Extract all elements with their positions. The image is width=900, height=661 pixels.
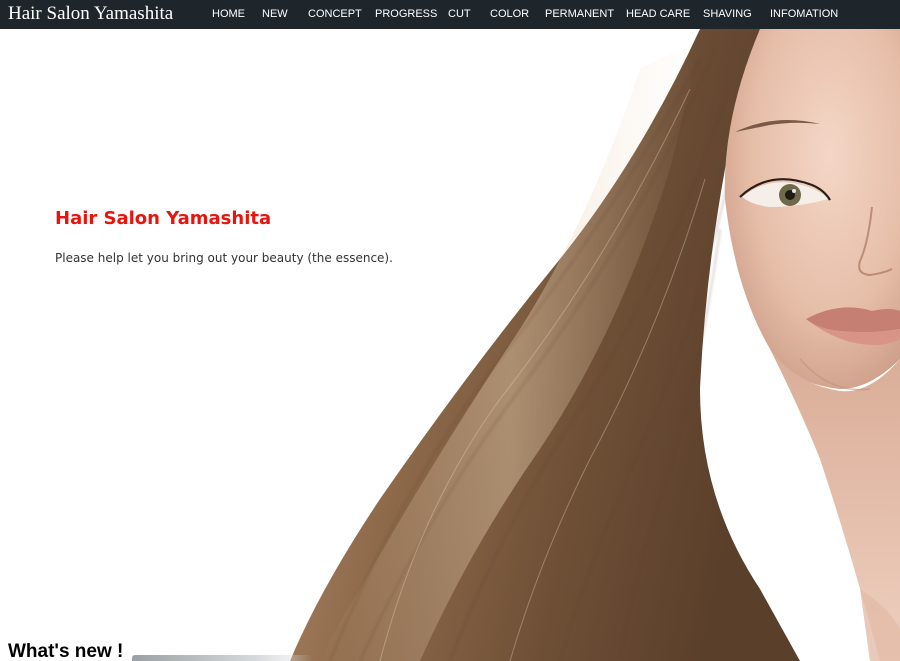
nav-item-concept: CONCEPT — [308, 0, 362, 29]
nav-link-permanent[interactable]: PERMANENT — [545, 0, 614, 28]
nav-link-progress[interactable]: PROGRESS — [375, 0, 437, 28]
nav-item-home: HOME — [212, 0, 245, 29]
section-heading-underline — [132, 655, 312, 661]
nav-link-cut[interactable]: CUT — [448, 0, 471, 28]
nav-item-head-care: HEAD CARE — [626, 0, 690, 29]
nav-item-permanent: PERMANENT — [545, 0, 614, 29]
whats-new-heading: What's new ! — [8, 641, 124, 661]
nav-item-infomation: INFOMATION — [770, 0, 838, 29]
page: Hair Salon Yamashita HOME NEW CONCEPT PR… — [0, 0, 900, 661]
hero-title: Hair Salon Yamashita — [55, 208, 272, 229]
nav-item-color: COLOR — [490, 0, 529, 29]
nav-link-concept[interactable]: CONCEPT — [308, 0, 362, 28]
nav-link-color[interactable]: COLOR — [490, 0, 529, 28]
brand-logo-link[interactable]: Hair Salon Yamashita — [8, 2, 173, 26]
nav-item-new: NEW — [262, 0, 288, 29]
hair-shape — [290, 29, 800, 661]
nav-item-cut: CUT — [448, 0, 471, 29]
top-navbar: Hair Salon Yamashita HOME NEW CONCEPT PR… — [0, 0, 900, 29]
face-shape — [724, 29, 900, 661]
nav-link-new[interactable]: NEW — [262, 0, 288, 28]
nav-item-shaving: SHAVING — [703, 0, 752, 29]
nav-link-infomation[interactable]: INFOMATION — [770, 0, 838, 28]
nav-link-shaving[interactable]: SHAVING — [703, 0, 752, 28]
hero-tagline: Please help let you bring out your beaut… — [55, 251, 393, 265]
hero-image — [290, 29, 900, 661]
nav-link-home[interactable]: HOME — [212, 0, 245, 28]
nav-link-head-care[interactable]: HEAD CARE — [626, 0, 690, 28]
nav-item-progress: PROGRESS — [375, 0, 437, 29]
